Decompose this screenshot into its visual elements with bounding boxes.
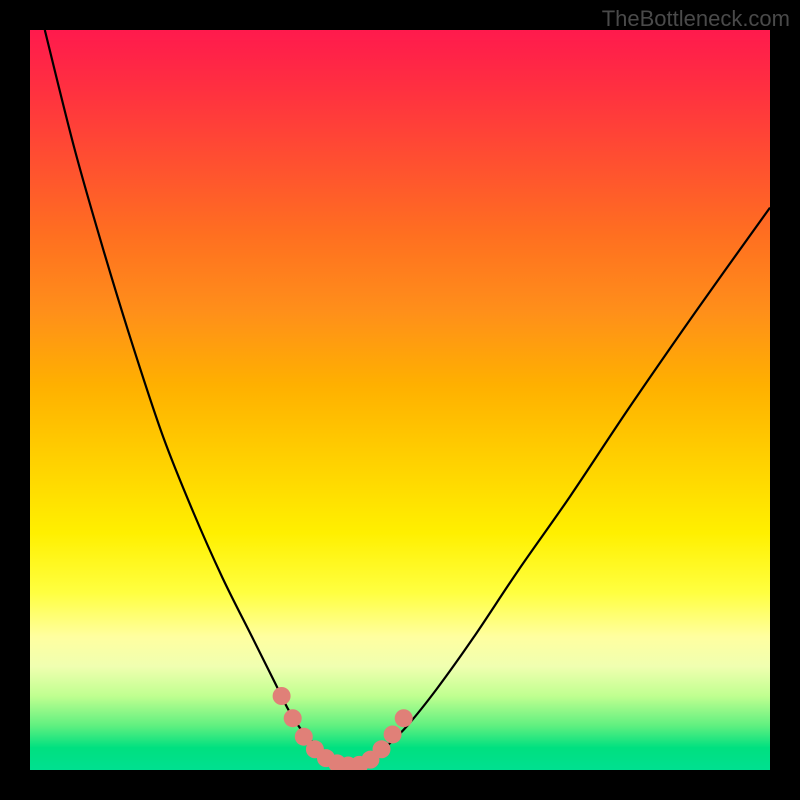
marker-point — [395, 709, 413, 727]
curve-left-curve — [45, 30, 334, 763]
watermark-text: TheBottleneck.com — [602, 6, 790, 32]
curve-right-curve — [370, 208, 770, 763]
chart-svg — [30, 30, 770, 770]
marker-point — [273, 687, 291, 705]
marker-point — [384, 725, 402, 743]
marker-point — [284, 709, 302, 727]
marker-point — [373, 740, 391, 758]
